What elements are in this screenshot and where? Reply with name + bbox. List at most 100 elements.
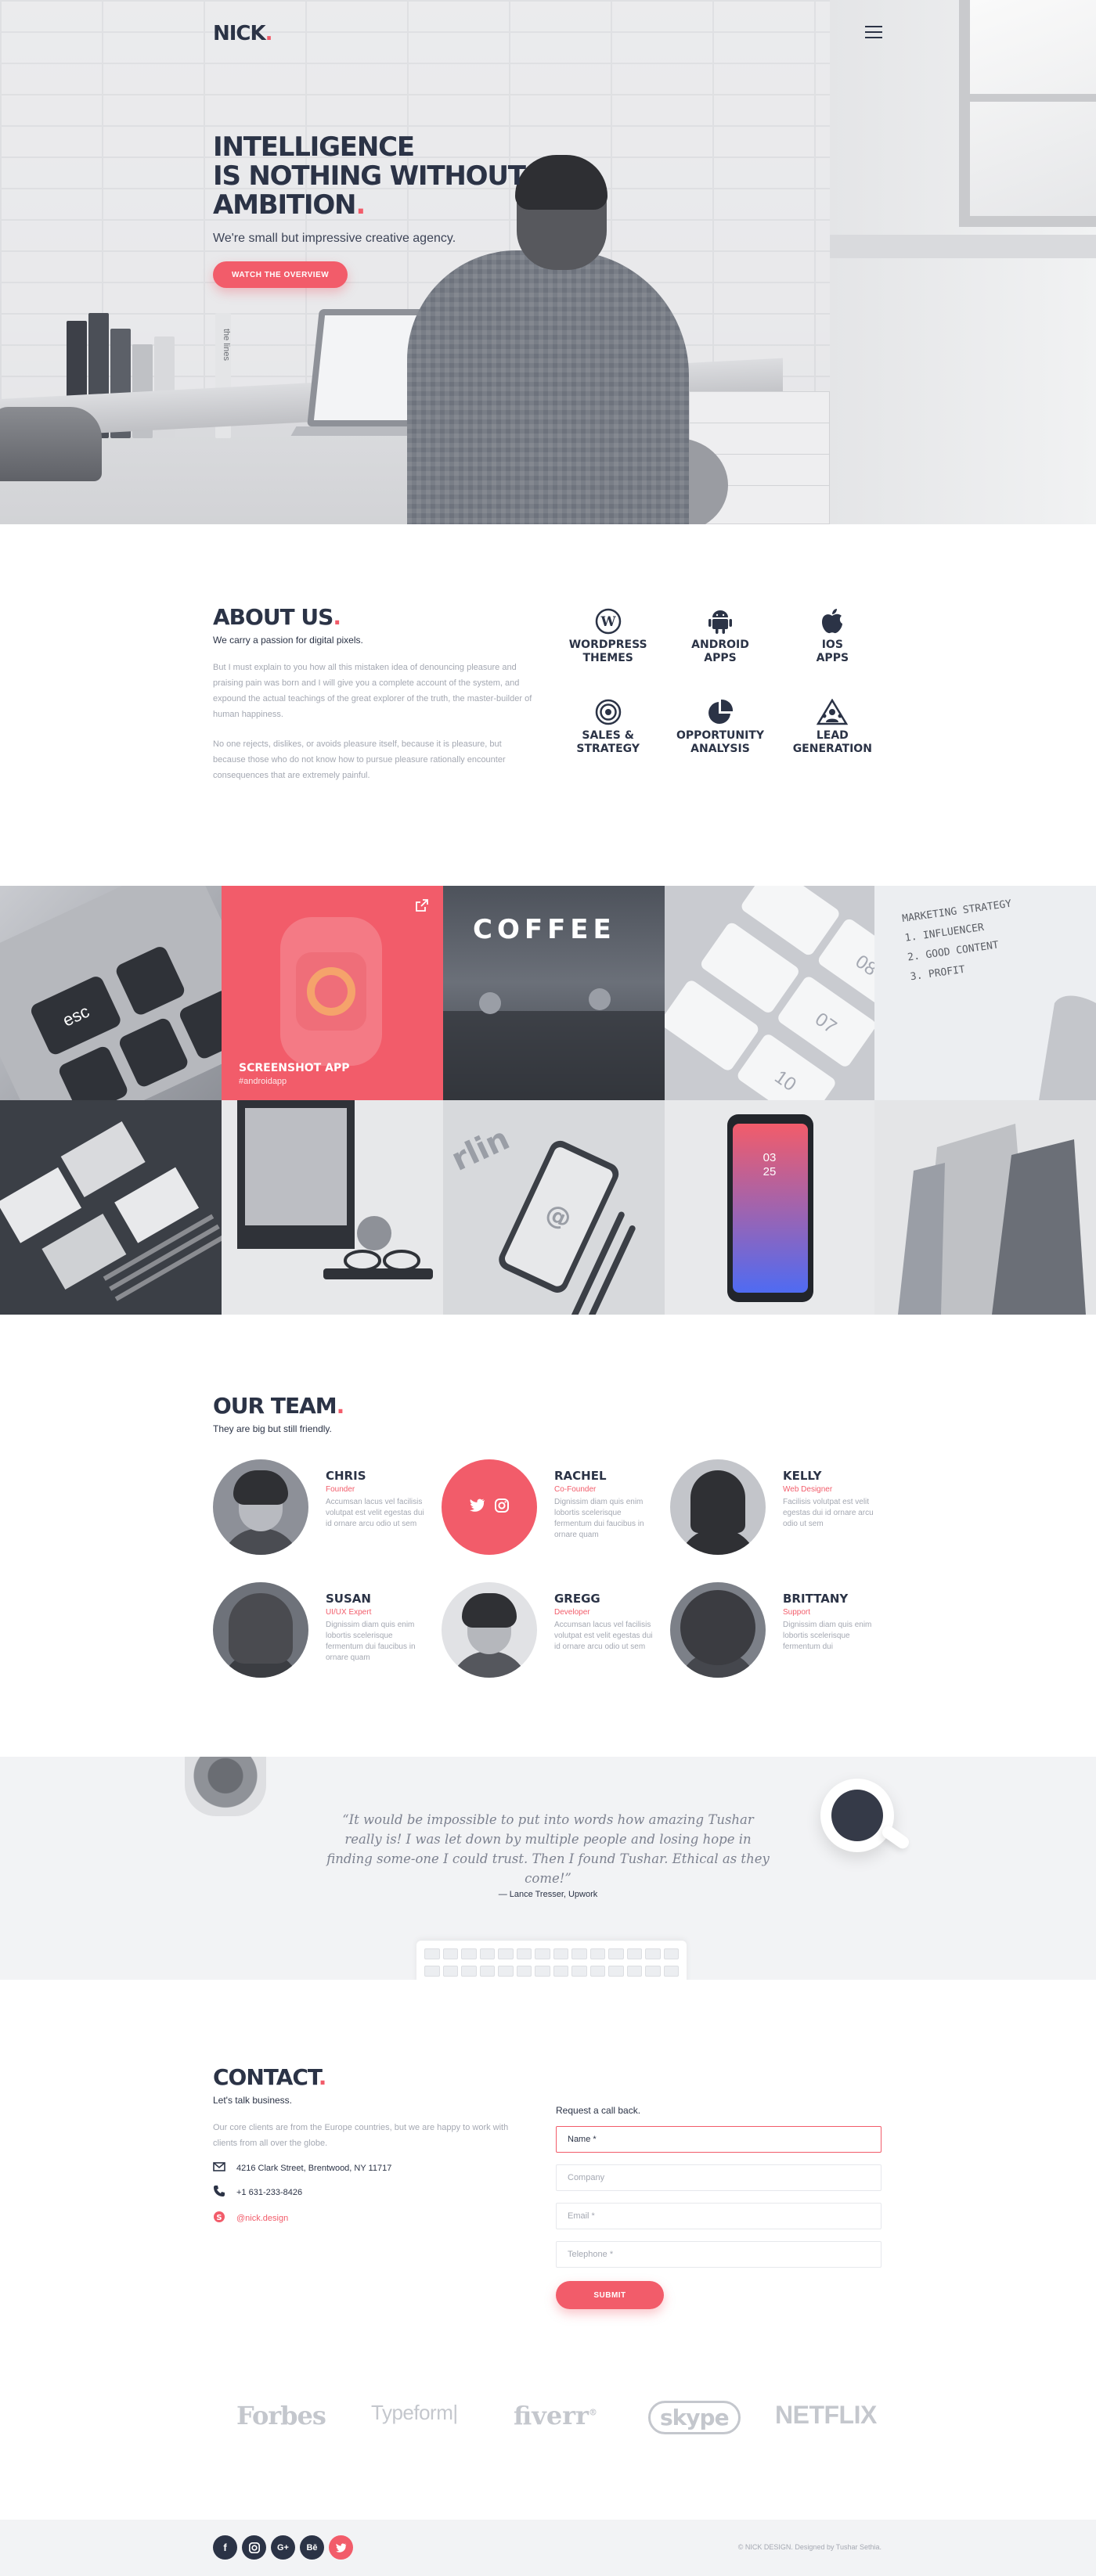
service-opportunity-analysis[interactable]: Opportunity analysis <box>664 695 776 756</box>
member-role: UI/UX Expert <box>326 1608 372 1617</box>
hero-content: Intelligence is nothing without ambition… <box>213 133 542 288</box>
contact-section: Contact. Let's talk business. Our core c… <box>0 1980 1096 2332</box>
instagram-icon[interactable] <box>242 2535 266 2560</box>
portfolio-featured-tag: #androidapp <box>239 1077 287 1086</box>
phone-row: +1 631-233-8426 <box>213 2185 534 2200</box>
forbes-logo[interactable]: Forbes <box>236 2401 326 2430</box>
services-grid: W Wordpress themes Android apps iOS apps <box>552 604 889 756</box>
portfolio-tile-whiteboard[interactable]: MARKETING STRATEGY 1. INFLUENCER 2. GOOD… <box>874 886 1096 1100</box>
testimonial-author: — Lance Tresser, Upwork <box>498 1890 598 1899</box>
hero-title: Intelligence is nothing without ambition… <box>213 131 526 221</box>
brand-logo[interactable]: NICK. <box>213 22 273 45</box>
phone-icon <box>213 2185 225 2200</box>
watch-overview-button[interactable]: Watch the overview <box>213 261 348 288</box>
team-member-card[interactable]: Rachel Co-Founder Dignissim diam quis en… <box>442 1459 670 1555</box>
submit-button[interactable]: Submit <box>556 2281 664 2309</box>
wordpress-icon: W <box>552 604 664 639</box>
twitter-icon[interactable] <box>329 2535 353 2560</box>
window-image <box>959 0 1096 227</box>
team-member-card[interactable]: Brittany Support Dignissim diam quis eni… <box>670 1582 899 1678</box>
service-sales-strategy[interactable]: Sales & strategy <box>552 695 664 756</box>
telephone-field[interactable] <box>556 2241 881 2268</box>
about-paragraph-2: No one rejects, dislikes, or avoids plea… <box>213 739 506 780</box>
about-section: About us. We carry a passion for digital… <box>0 524 1096 886</box>
about-subtitle: We carry a passion for digital pixels. <box>213 635 363 646</box>
avatar <box>213 1459 308 1555</box>
avatar <box>670 1459 766 1555</box>
phone-clock: 03 25 <box>763 1151 777 1178</box>
team-member-card[interactable]: Gregg Developer Accumsan lacus vel facil… <box>442 1582 670 1678</box>
hero-section: the lines NICK. Intelligence is nothing … <box>0 0 1096 524</box>
service-android[interactable]: Android apps <box>664 604 776 665</box>
service-ios[interactable]: iOS apps <box>777 604 889 665</box>
coffee-cup-handle-image <box>879 1823 912 1851</box>
member-description: Dignissim diam quis enim lobortis sceler… <box>554 1498 644 1539</box>
testimonial-quote: “It would be impossible to put into word… <box>326 1812 770 1886</box>
google-plus-icon[interactable]: G+ <box>271 2535 295 2560</box>
portfolio-tile-phone-sign[interactable]: rlin @ <box>443 1100 665 1315</box>
team-member-card[interactable]: Kelly Web Designer Facilisis volutpat es… <box>670 1459 899 1555</box>
company-field[interactable] <box>556 2164 881 2191</box>
portfolio-grid: esc Screenshot app #androidapp COFFEE 08… <box>0 886 1096 1315</box>
skype-logo[interactable]: skype <box>648 2401 741 2434</box>
contact-title: Contact. <box>213 2064 326 2090</box>
about-paragraph-1: But I must explain to you how all this m… <box>213 663 532 719</box>
portfolio-tile-cards[interactable]: 08 07 10 <box>665 886 874 1100</box>
team-member-card[interactable]: Chris Founder Accumsan lacus vel facilis… <box>213 1459 442 1555</box>
twitter-icon[interactable] <box>470 1498 485 1516</box>
team-member-card[interactable]: Susan UI/UX Expert Dignissim diam quis e… <box>213 1582 442 1678</box>
clients-section: Forbes Typeform| fiverr® skype NETFLIX <box>0 2332 1096 2520</box>
member-name: Chris <box>326 1469 366 1483</box>
portfolio-tile-coffee[interactable]: COFFEE <box>443 886 665 1100</box>
member-name: Brittany <box>783 1592 849 1606</box>
email-field[interactable] <box>556 2203 881 2229</box>
member-name: Gregg <box>554 1592 600 1606</box>
contact-text: Our core clients are from the Europe cou… <box>213 2123 509 2148</box>
behance-icon[interactable]: Bē <box>300 2535 324 2560</box>
portfolio-tile-books[interactable] <box>874 1100 1096 1315</box>
footer: f G+ Bē © NICK DESIGN. Designed by Tusha… <box>0 2520 1096 2576</box>
address-row: 4216 Clark Street, Brentwood, NY 11717 <box>213 2162 534 2174</box>
portfolio-tile-desk[interactable] <box>222 1100 443 1315</box>
member-role: Co-Founder <box>554 1485 597 1494</box>
service-wordpress[interactable]: W Wordpress themes <box>552 604 664 665</box>
portfolio-tile-sketches[interactable] <box>0 1100 222 1315</box>
coffee-cup-image <box>820 1779 894 1852</box>
external-link-icon[interactable] <box>415 898 429 916</box>
portfolio-featured-title: Screenshot app <box>239 1062 350 1074</box>
member-name: Susan <box>326 1592 371 1606</box>
fiverr-logo[interactable]: fiverr® <box>514 2401 597 2430</box>
avatar <box>670 1582 766 1678</box>
avatar <box>213 1582 308 1678</box>
name-field[interactable] <box>556 2126 881 2153</box>
pie-chart-icon <box>664 695 776 729</box>
member-name: Rachel <box>554 1469 607 1483</box>
android-icon <box>664 604 776 639</box>
portfolio-tile-screenshot-app[interactable]: Screenshot app #androidapp <box>222 886 443 1100</box>
member-description: Accumsan lacus vel facilisis volutpat es… <box>554 1621 653 1651</box>
member-description: Dignissim diam quis enim lobortis sceler… <box>326 1621 416 1662</box>
social-links: f G+ Bē <box>213 2535 353 2560</box>
hamburger-menu-icon[interactable] <box>865 26 882 38</box>
portfolio-tile-phone[interactable]: 03 25 <box>665 1100 874 1315</box>
avatar-social-overlay <box>442 1459 537 1555</box>
member-role: Support <box>783 1608 811 1617</box>
instagram-icon[interactable] <box>495 1498 509 1516</box>
typeform-logo[interactable]: Typeform| <box>371 2401 458 2425</box>
skype-link[interactable]: S @nick.design <box>213 2211 534 2225</box>
copyright: © NICK DESIGN. Designed by Tushar Sethia… <box>737 2543 881 2551</box>
skype-icon: S <box>213 2211 225 2225</box>
svg-text:W: W <box>600 614 616 630</box>
facebook-icon[interactable]: f <box>213 2535 237 2560</box>
netflix-logo[interactable]: NETFLIX <box>775 2401 877 2430</box>
avatar <box>442 1582 537 1678</box>
keyboard-image <box>416 1941 687 1980</box>
portfolio-tile-keyboard[interactable]: esc <box>0 886 222 1100</box>
window-sill-image <box>830 235 1096 258</box>
team-section: Our team. They are big but still friendl… <box>0 1315 1096 1757</box>
service-lead-generation[interactable]: Lead generation <box>777 695 889 756</box>
target-icon <box>552 695 664 729</box>
member-role: Web Designer <box>783 1485 833 1494</box>
member-description: Dignissim diam quis enim lobortis sceler… <box>783 1621 872 1651</box>
svg-text:S: S <box>216 2214 222 2222</box>
